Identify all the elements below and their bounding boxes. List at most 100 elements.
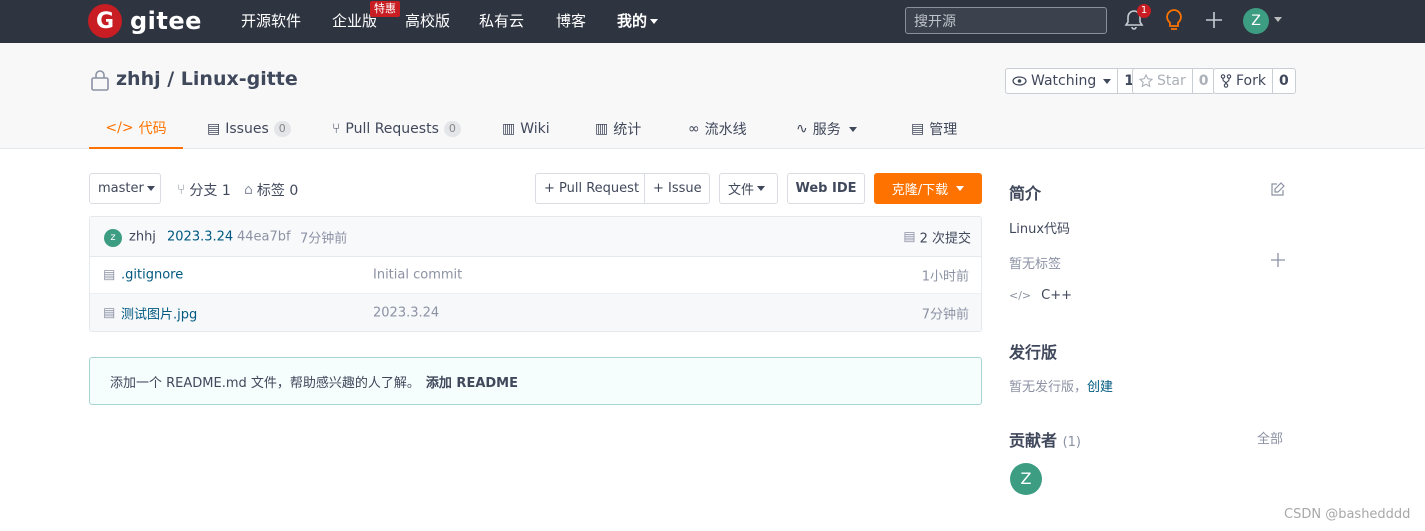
fork-icon: [1220, 74, 1232, 88]
star-label-wrap: Star: [1133, 69, 1192, 93]
release-title: 发行版: [1009, 343, 1058, 362]
language-label[interactable]: C++: [1041, 288, 1072, 303]
watching-button[interactable]: Watching 1: [1005, 68, 1141, 94]
file-commit-message[interactable]: 2023.3.24: [373, 305, 439, 320]
file-commit-message[interactable]: Initial commit: [373, 268, 462, 283]
tab-pull-requests[interactable]: ⑂ Pull Requests 0: [332, 109, 461, 149]
table-row: ▤ 测试图片.jpg 2023.3.24 7分钟前: [90, 294, 981, 331]
tab-manage[interactable]: ▤ 管理: [911, 109, 957, 149]
file-menu-label: 文件: [728, 183, 755, 198]
plus-icon[interactable]: [1204, 9, 1224, 35]
branches-link[interactable]: ⑂ 分支 1: [177, 180, 231, 200]
web-ide-button[interactable]: Web IDE: [787, 173, 865, 204]
gitee-logo[interactable]: G gitee: [88, 4, 202, 38]
lightbulb-icon[interactable]: [1164, 8, 1184, 36]
manage-icon: ▤: [911, 121, 925, 137]
nav-blog[interactable]: 博客: [556, 11, 586, 31]
repo-title[interactable]: zhhj / Linux-gitte: [116, 68, 298, 90]
avatar-chevron-down-icon[interactable]: [1274, 17, 1282, 22]
branch-select[interactable]: master: [89, 173, 161, 204]
star-button[interactable]: Star 0: [1132, 68, 1216, 94]
nav-mine[interactable]: 我的: [617, 11, 659, 31]
commit-avatar[interactable]: z: [104, 229, 122, 247]
chevron-down-icon: [146, 186, 155, 191]
release-text: 暂无发行版，: [1009, 380, 1088, 395]
file-name-link[interactable]: 测试图片.jpg: [121, 303, 197, 322]
lock-icon: [90, 69, 110, 95]
star-count[interactable]: 0: [1191, 69, 1215, 93]
file-time: 7分钟前: [921, 307, 969, 322]
watching-label: Watching: [1031, 73, 1097, 89]
clone-label: 克隆/下载: [891, 183, 949, 198]
search-input[interactable]: [905, 7, 1107, 34]
tab-pipeline-label: 流水线: [704, 122, 747, 138]
chevron-down-icon: [757, 186, 766, 191]
commits-link[interactable]: ▤ 2 次提交: [903, 227, 971, 246]
tab-stats-label: 统计: [613, 122, 642, 138]
code-icon: </>: [1009, 289, 1032, 302]
add-tag-plus-icon[interactable]: [1270, 252, 1286, 272]
logo-mark: G: [88, 4, 122, 38]
file-icon: ▤: [103, 267, 116, 283]
nav-private-cloud[interactable]: 私有云: [479, 11, 524, 31]
csdn-watermark: CSDN @bashedddd: [1284, 507, 1411, 522]
fork-count[interactable]: 0: [1271, 69, 1295, 93]
tab-stats[interactable]: ▥ 统计: [595, 109, 641, 149]
stats-icon: ▥: [595, 121, 609, 137]
tab-code[interactable]: </> 代码: [89, 109, 183, 149]
tag-icon: ⌂: [244, 182, 253, 198]
fork-button[interactable]: Fork 0: [1213, 68, 1296, 94]
commit-time: 7分钟前: [300, 231, 348, 246]
tab-pipeline[interactable]: ∞ 流水线: [688, 109, 747, 149]
star-icon: [1139, 74, 1153, 88]
commit-author[interactable]: zhhj: [129, 229, 156, 244]
nav-university[interactable]: 高校版: [405, 11, 450, 31]
file-menu-button[interactable]: 文件: [719, 173, 778, 204]
tab-pr-label: Pull Requests: [345, 121, 439, 137]
issues-count: 0: [273, 121, 291, 137]
table-row: ▤ .gitignore Initial commit 1小时前: [90, 257, 981, 294]
release-row: 暂无发行版，创建: [1009, 376, 1113, 395]
chevron-down-icon: [848, 126, 857, 132]
tab-issues[interactable]: ▤ Issues 0: [207, 109, 291, 149]
tags-link[interactable]: ⌂ 标签 0: [244, 180, 298, 200]
contributors-all-link[interactable]: 全部: [1257, 428, 1283, 447]
edit-icon[interactable]: [1270, 181, 1286, 201]
add-readme-link[interactable]: 添加 README: [426, 372, 518, 391]
contributors-title: 贡献者: [1009, 431, 1058, 450]
logo-text: gitee: [130, 7, 202, 35]
tab-service[interactable]: ∿ 服务: [796, 109, 857, 149]
pull-request-button[interactable]: + Pull Request: [535, 173, 645, 204]
fork-label: Fork: [1236, 73, 1266, 89]
chevron-down-icon: [956, 186, 965, 191]
tab-issues-label: Issues: [225, 121, 269, 137]
file-name-link[interactable]: .gitignore: [121, 268, 183, 283]
intro-title: 简介: [1009, 184, 1042, 203]
tab-wiki[interactable]: ▥ Wiki: [502, 109, 550, 149]
issues-icon: ▤: [207, 121, 221, 137]
contributor-avatar[interactable]: Z: [1010, 463, 1042, 495]
commit-message[interactable]: 2023.3.24: [167, 229, 233, 244]
tab-service-label: 服务: [812, 122, 841, 138]
file-icon: ▤: [103, 305, 116, 320]
branch-icon: ⑂: [177, 182, 186, 198]
branch-select-label: master: [98, 181, 144, 196]
no-tags-text: 暂无标签: [1009, 257, 1062, 272]
chevron-down-icon: [1103, 78, 1112, 84]
chevron-down-icon: [650, 19, 659, 24]
user-avatar[interactable]: Z: [1243, 8, 1269, 34]
intro-text: Linux代码: [1009, 222, 1071, 237]
clone-download-button[interactable]: 克隆/下载: [874, 173, 982, 204]
latest-commit-row: z zhhj 2023.3.24 44ea7bf 7分钟前 ▤ 2 次提交: [90, 217, 981, 257]
nav-open-source[interactable]: 开源软件: [241, 11, 301, 31]
pipeline-icon: ∞: [688, 121, 700, 137]
nav-mine-label: 我的: [617, 12, 648, 30]
wiki-icon: ▥: [502, 121, 516, 137]
tab-wiki-label: Wiki: [520, 121, 550, 137]
commit-hash[interactable]: 44ea7bf: [237, 229, 291, 244]
pr-count: 0: [443, 121, 461, 137]
release-create-link[interactable]: 创建: [1087, 380, 1113, 395]
promo-badge: 特惠: [370, 1, 400, 17]
language-row: </> C++: [1009, 288, 1072, 303]
issue-button[interactable]: + Issue: [644, 173, 710, 204]
